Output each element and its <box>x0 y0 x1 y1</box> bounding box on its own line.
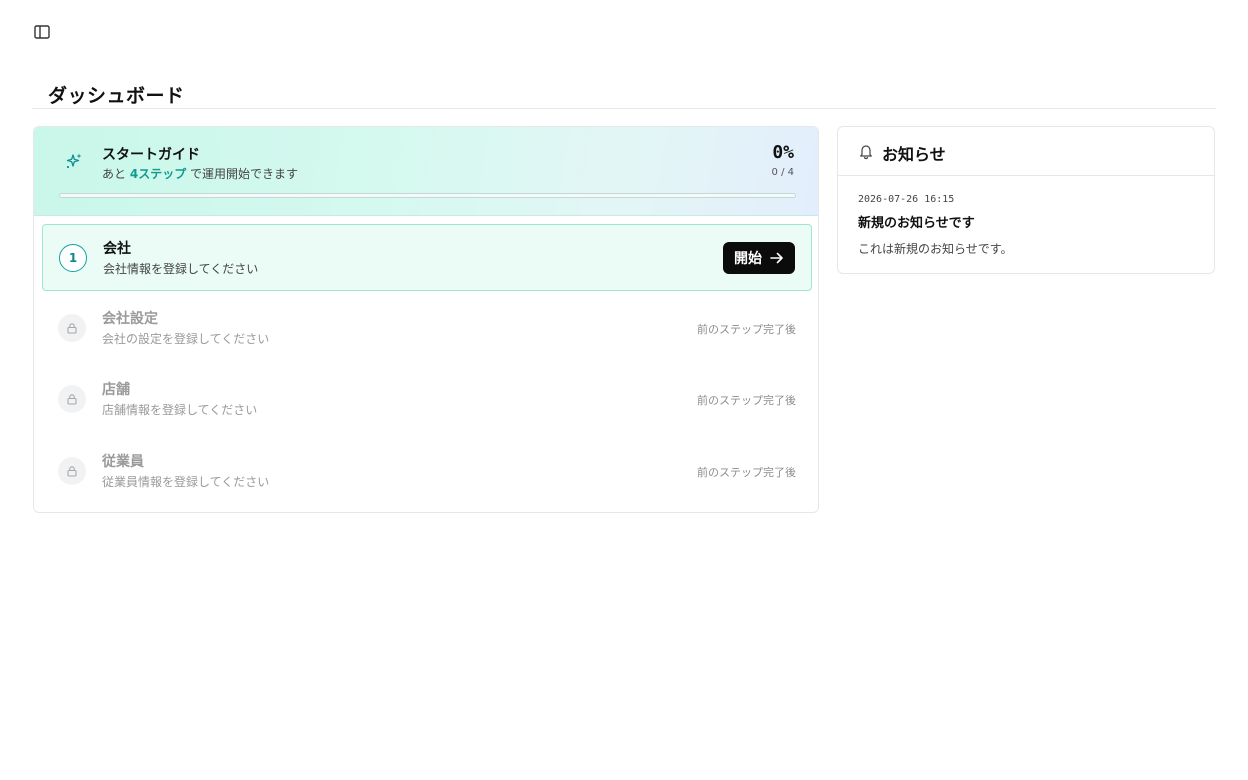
lock-icon <box>67 394 77 405</box>
sidebar-toggle-button[interactable] <box>33 24 51 40</box>
title-divider <box>32 108 1216 109</box>
step-lock-badge <box>58 385 86 413</box>
step-lock-badge <box>58 314 86 342</box>
news-title: お知らせ <box>882 145 946 164</box>
start-button[interactable]: 開始 <box>723 242 795 274</box>
start-guide-title: スタートガイド <box>102 147 200 163</box>
page-title: ダッシュボード <box>48 85 185 107</box>
subtitle-suffix: で運用開始できます <box>190 167 299 181</box>
step-locked-status: 前のステップ完了後 <box>697 394 796 407</box>
news-item-title[interactable]: 新規のお知らせです <box>858 212 975 231</box>
lock-icon <box>67 466 77 477</box>
step-title: 従業員 <box>102 454 144 470</box>
step-description: 会社の設定を登録してください <box>102 332 270 346</box>
step-lock-badge <box>58 457 86 485</box>
news-card: お知らせ 2026-07-26 16:15 新規のお知らせです これは新規のお知… <box>837 126 1215 274</box>
progress-count: 0 / 4 <box>771 167 794 178</box>
step-company-settings: 会社設定 会社の設定を登録してください 前のステップ完了後 <box>42 295 812 362</box>
remaining-steps-highlight: 4ステップ <box>129 167 187 181</box>
step-title: 会社 <box>103 241 131 257</box>
bell-icon <box>860 145 872 160</box>
step-description: 従業員情報を登録してください <box>102 475 270 489</box>
start-guide-card: スタートガイド あと 4ステップ で運用開始できます 0% 0 / 4 1 会社… <box>33 126 819 513</box>
start-button-label: 開始 <box>734 251 762 267</box>
arrow-right-icon <box>770 252 783 264</box>
sparkles-icon <box>66 153 82 169</box>
step-locked-status: 前のステップ完了後 <box>697 466 796 479</box>
subtitle-prefix: あと <box>102 167 127 181</box>
start-guide-header: スタートガイド あと 4ステップ で運用開始できます 0% 0 / 4 <box>34 127 818 216</box>
step-store: 店舗 店舗情報を登録してください 前のステップ完了後 <box>42 366 812 433</box>
start-guide-subtitle: あと 4ステップ で運用開始できます <box>102 165 298 182</box>
news-header: お知らせ <box>838 127 1214 176</box>
sidebar-panel-icon <box>34 25 50 39</box>
news-item-body: これは新規のお知らせです。 <box>858 242 1013 256</box>
step-title: 店舗 <box>102 382 130 398</box>
step-company: 1 会社 会社情報を登録してください 開始 <box>42 224 812 291</box>
lock-icon <box>67 323 77 334</box>
step-description: 店舗情報を登録してください <box>102 403 258 417</box>
step-employees: 従業員 従業員情報を登録してください 前のステップ完了後 <box>42 438 812 505</box>
progress-percent: 0% <box>772 142 794 163</box>
step-description: 会社情報を登録してください <box>103 262 259 276</box>
news-item-date: 2026-07-26 16:15 <box>858 194 955 205</box>
step-number-badge: 1 <box>59 244 87 272</box>
step-title: 会社設定 <box>102 311 158 327</box>
step-locked-status: 前のステップ完了後 <box>697 323 796 336</box>
progress-bar <box>59 193 796 198</box>
